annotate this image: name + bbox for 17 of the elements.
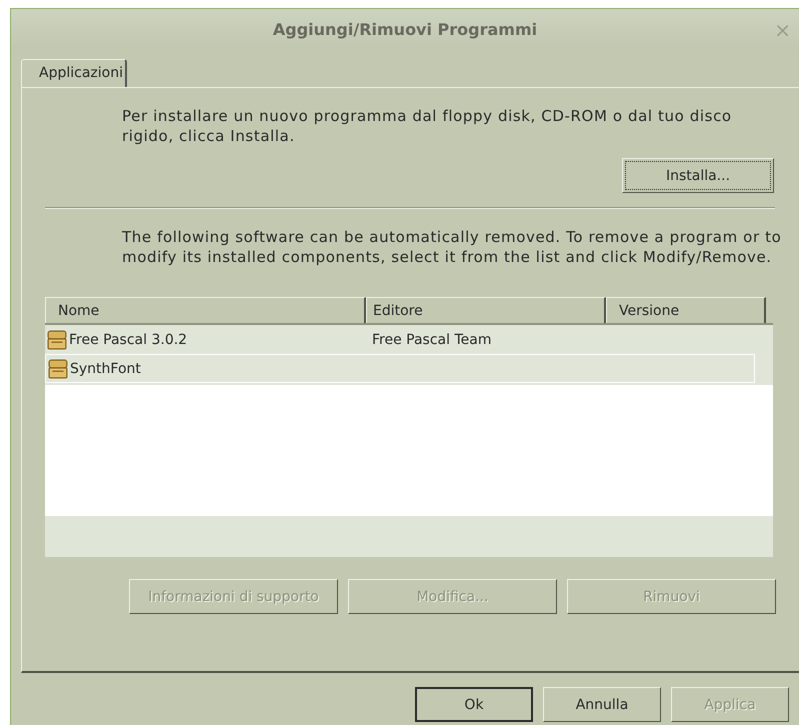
remove-instructions: The following software can be automatically removed. To remove a program or to modify its installed components, select it from the list and click Modify/Remove. <box>122 227 782 267</box>
tab[interactable]: Applicazioni <box>21 59 127 87</box>
install-instructions: Per installare un nuovo programma dal floppy disk, CD-ROM o dal tuo disco rigido, clicca Installa. <box>122 106 733 146</box>
list-row[interactable]: SynthFont <box>45 354 755 383</box>
package-icon <box>47 330 67 350</box>
table-cell: Free Pascal Team <box>372 332 492 348</box>
table-cell: Free Pascal 3.0.2 <box>69 332 188 348</box>
column-header[interactable]: Editore <box>366 297 606 323</box>
dialog-button[interactable]: Ok <box>415 687 533 722</box>
list-row[interactable]: Free Pascal 3.0.2 Free Pascal Team <box>45 325 773 354</box>
column-header[interactable]: Versione <box>606 297 766 323</box>
package-icon <box>48 358 68 378</box>
column-header[interactable]: Nome <box>45 297 366 323</box>
table-cell: SynthFont <box>70 360 141 376</box>
install-button[interactable]: Installa... <box>622 158 774 193</box>
dialog-button[interactable]: Annulla <box>543 687 661 722</box>
window-title: Aggiungi/Rimuovi Programmi <box>272 20 538 38</box>
